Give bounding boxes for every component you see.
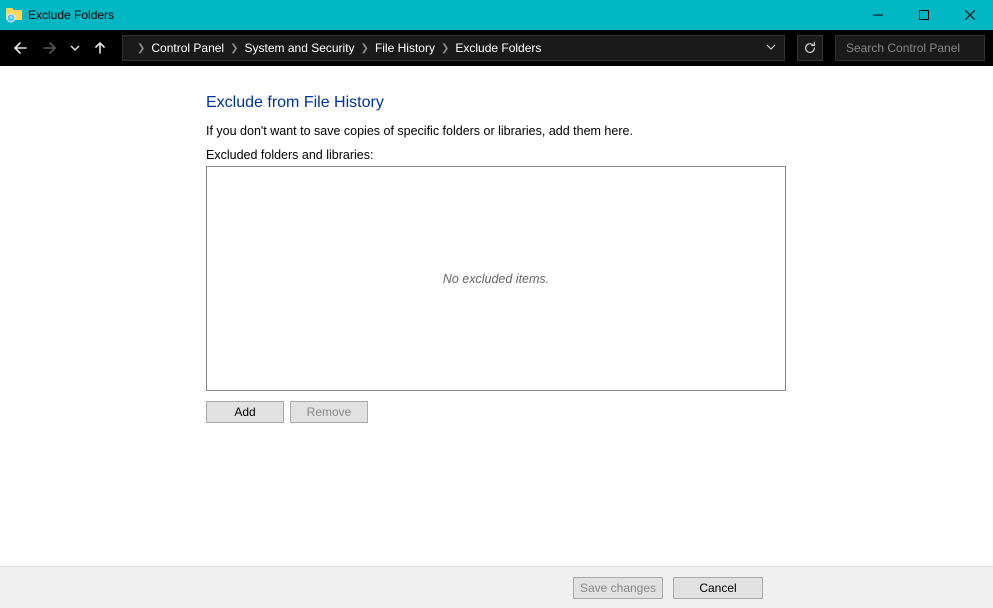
empty-list-text: No excluded items. <box>443 272 549 286</box>
app-icon <box>6 7 22 23</box>
close-button[interactable] <box>947 0 993 30</box>
search-input[interactable] <box>844 40 993 56</box>
minimize-button[interactable] <box>855 0 901 30</box>
address-dropdown[interactable] <box>766 42 776 55</box>
save-changes-button[interactable]: Save changes <box>573 577 663 599</box>
nav-bar: ❯ Control Panel ❯ System and Security ❯ … <box>0 30 993 66</box>
breadcrumb-file-history[interactable]: File History <box>375 41 435 55</box>
window-title: Exclude Folders <box>28 8 114 22</box>
chevron-right-icon: ❯ <box>137 43 145 54</box>
cancel-button[interactable]: Cancel <box>673 577 763 599</box>
content-area: Exclude from File History If you don't w… <box>0 66 993 566</box>
up-button[interactable] <box>88 36 112 60</box>
breadcrumb-control-panel[interactable]: Control Panel <box>151 41 224 55</box>
forward-button[interactable] <box>38 36 62 60</box>
maximize-button[interactable] <box>901 0 947 30</box>
back-button[interactable] <box>8 36 32 60</box>
chevron-right-icon: ❯ <box>230 43 238 54</box>
remove-button: Remove <box>290 401 368 423</box>
page-heading: Exclude from File History <box>206 94 993 112</box>
excluded-items-list[interactable]: No excluded items. <box>206 166 786 391</box>
window-controls <box>855 0 993 30</box>
list-buttons: Add Remove <box>206 401 993 423</box>
chevron-right-icon: ❯ <box>361 43 369 54</box>
chevron-right-icon: ❯ <box>441 43 449 54</box>
page-description: If you don't want to save copies of spec… <box>206 124 993 138</box>
breadcrumb-exclude-folders[interactable]: Exclude Folders <box>455 41 541 55</box>
refresh-button[interactable] <box>797 35 823 61</box>
list-label: Excluded folders and libraries: <box>206 148 993 162</box>
search-box[interactable] <box>835 35 985 61</box>
add-button[interactable]: Add <box>206 401 284 423</box>
title-bar: Exclude Folders <box>0 0 993 30</box>
footer-bar: Save changes Cancel <box>0 566 993 608</box>
breadcrumb-system-security[interactable]: System and Security <box>245 41 355 55</box>
address-bar[interactable]: ❯ Control Panel ❯ System and Security ❯ … <box>122 35 785 61</box>
recent-locations-dropdown[interactable] <box>68 36 82 60</box>
title-bar-left: Exclude Folders <box>0 7 114 23</box>
